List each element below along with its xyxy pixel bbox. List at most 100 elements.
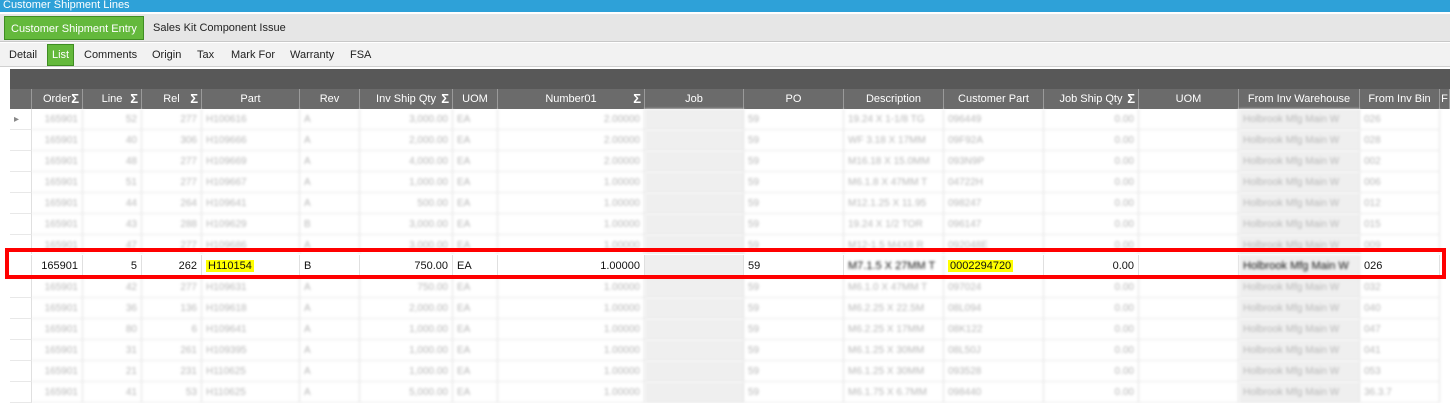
- table-cell[interactable]: M6.1.75 X 6.7MM: [844, 382, 944, 403]
- table-cell[interactable]: 52: [83, 109, 142, 130]
- table-cell[interactable]: 3,000.00: [360, 109, 453, 130]
- cell-rev[interactable]: B: [300, 255, 360, 277]
- table-cell[interactable]: 0.00: [1044, 277, 1139, 298]
- table-cell[interactable]: EA: [453, 382, 498, 403]
- tab-sales-kit-component-issue[interactable]: Sales Kit Component Issue: [147, 16, 292, 40]
- table-cell[interactable]: 0.00: [1044, 319, 1139, 340]
- table-cell[interactable]: H109667: [202, 172, 300, 193]
- table-cell[interactable]: 80: [83, 319, 142, 340]
- table-cell[interactable]: 09F92A: [944, 130, 1044, 151]
- column-header[interactable]: Rel Σ: [142, 89, 202, 109]
- table-cell[interactable]: 0.00: [1044, 193, 1139, 214]
- table-cell[interactable]: 59: [744, 340, 844, 361]
- table-row[interactable]: 165901 44 264 H109641 A 500.00 EA 1.00000 59 M12.…: [10, 193, 1450, 214]
- cell-job-ship-qty[interactable]: 0.00: [1044, 255, 1139, 277]
- table-cell[interactable]: 0.00: [1044, 382, 1139, 403]
- table-cell[interactable]: EA: [453, 109, 498, 130]
- table-cell[interactable]: 1.00000: [498, 193, 645, 214]
- table-cell[interactable]: [1139, 319, 1239, 340]
- cell-rel[interactable]: 262: [142, 255, 202, 277]
- table-cell[interactable]: 59: [744, 319, 844, 340]
- table-cell[interactable]: [645, 277, 744, 298]
- table-cell[interactable]: 0.00: [1044, 340, 1139, 361]
- column-header[interactable]: UOM: [1139, 89, 1239, 109]
- table-row[interactable]: 165901 21 231 H110625 A 1,000.00 EA 1.00000 59 M6…: [10, 361, 1450, 382]
- table-cell[interactable]: 277: [142, 151, 202, 172]
- table-cell[interactable]: [1139, 214, 1239, 235]
- table-cell[interactable]: 19.24 X 1-1/8 TG: [844, 109, 944, 130]
- table-cell[interactable]: EA: [453, 361, 498, 382]
- subtab-detail[interactable]: Detail: [9, 46, 37, 64]
- cell-inv-ship-qty[interactable]: 750.00: [360, 255, 453, 277]
- table-cell[interactable]: EA: [453, 172, 498, 193]
- table-cell[interactable]: [645, 130, 744, 151]
- column-header[interactable]: Line Σ: [83, 89, 142, 109]
- table-row[interactable]: ▸ 165901 52 277 H100616 A 3,000.00 EA 2.00000 59 1…: [10, 109, 1450, 130]
- table-cell[interactable]: 47: [83, 235, 142, 256]
- table-cell[interactable]: H100616: [202, 109, 300, 130]
- table-cell[interactable]: 012: [1360, 193, 1440, 214]
- cell-description[interactable]: M7.1.5 X 27MM T: [844, 255, 944, 277]
- table-cell[interactable]: Holbrook Mfg Main W: [1239, 214, 1360, 235]
- table-cell[interactable]: 59: [744, 235, 844, 256]
- cell-part[interactable]: H110154: [202, 255, 300, 277]
- table-row[interactable]: 165901 51 277 H109667 A 1,000.00 EA 1.00000 59 M6…: [10, 172, 1450, 193]
- table-cell[interactable]: [1139, 151, 1239, 172]
- table-cell[interactable]: 4,000.00: [360, 151, 453, 172]
- subtab-mark-for[interactable]: Mark For: [231, 46, 275, 64]
- row-selector[interactable]: [10, 172, 32, 193]
- table-cell[interactable]: 2,000.00: [360, 130, 453, 151]
- table-cell[interactable]: 165901: [32, 109, 83, 130]
- table-cell[interactable]: H109641: [202, 319, 300, 340]
- table-row[interactable]: 165901 36 136 H109618 A 2,000.00 EA 1.00000 59 M6…: [10, 298, 1450, 319]
- table-cell[interactable]: 1.00000: [498, 277, 645, 298]
- table-cell[interactable]: 3,000.00: [360, 214, 453, 235]
- table-cell[interactable]: H110625: [202, 361, 300, 382]
- table-cell[interactable]: Holbrook Mfg Main W: [1239, 235, 1360, 256]
- table-cell[interactable]: 1,000.00: [360, 172, 453, 193]
- table-cell[interactable]: 165901: [32, 340, 83, 361]
- table-cell[interactable]: Holbrook Mfg Main W: [1239, 109, 1360, 130]
- table-cell[interactable]: 59: [744, 109, 844, 130]
- table-cell[interactable]: 59: [744, 298, 844, 319]
- table-cell[interactable]: 1.00000: [498, 214, 645, 235]
- table-cell[interactable]: [1139, 361, 1239, 382]
- table-cell[interactable]: 0.00: [1044, 151, 1139, 172]
- table-cell[interactable]: 040: [1360, 298, 1440, 319]
- table-cell[interactable]: 277: [142, 235, 202, 256]
- table-cell[interactable]: M16.18 X 15.0MM: [844, 151, 944, 172]
- table-cell[interactable]: [1139, 298, 1239, 319]
- table-cell[interactable]: [645, 382, 744, 403]
- table-cell[interactable]: 1.00000: [498, 298, 645, 319]
- table-cell[interactable]: 500.00: [360, 193, 453, 214]
- column-header[interactable]: Number01 Σ: [498, 89, 645, 109]
- table-cell[interactable]: 51: [83, 172, 142, 193]
- table-cell[interactable]: 231: [142, 361, 202, 382]
- table-cell[interactable]: 31: [83, 340, 142, 361]
- table-cell[interactable]: A: [300, 130, 360, 151]
- table-cell[interactable]: 053: [1360, 361, 1440, 382]
- table-cell[interactable]: WF 3.18 X 17MM: [844, 130, 944, 151]
- table-cell[interactable]: 5,000.00: [360, 382, 453, 403]
- row-selector[interactable]: [10, 255, 32, 277]
- table-cell[interactable]: A: [300, 382, 360, 403]
- table-cell[interactable]: 59: [744, 382, 844, 403]
- table-cell[interactable]: 015: [1360, 214, 1440, 235]
- table-cell[interactable]: M6.1.25 X 30MM: [844, 361, 944, 382]
- row-selector[interactable]: [10, 130, 32, 151]
- table-cell[interactable]: 08L50J: [944, 340, 1044, 361]
- row-pointer-icon[interactable]: ▸: [10, 109, 32, 130]
- header-row-selector[interactable]: [10, 89, 32, 109]
- table-cell[interactable]: M6.1.0 X 47MM T: [844, 277, 944, 298]
- table-cell[interactable]: A: [300, 172, 360, 193]
- column-header[interactable]: Job: [645, 89, 744, 109]
- table-cell[interactable]: 009: [1360, 235, 1440, 256]
- table-row[interactable]: 165901 41 53 H110625 A 5,000.00 EA 1.00000 59 M6.…: [10, 382, 1450, 403]
- table-cell[interactable]: A: [300, 319, 360, 340]
- subtab-fsa[interactable]: FSA: [350, 46, 371, 64]
- table-row[interactable]: 165901 43 288 H109629 B 3,000.00 EA 1.00000 59 19…: [10, 214, 1450, 235]
- table-cell[interactable]: 1.00000: [498, 319, 645, 340]
- table-cell[interactable]: [1139, 172, 1239, 193]
- table-cell[interactable]: EA: [453, 130, 498, 151]
- table-cell[interactable]: 59: [744, 193, 844, 214]
